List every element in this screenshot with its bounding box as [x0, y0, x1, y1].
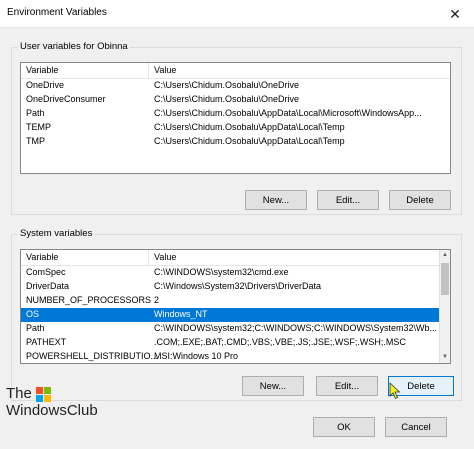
- row-variable: ComSpec: [26, 267, 66, 277]
- system-variables-label: System variables: [18, 228, 95, 239]
- table-row[interactable]: TEMP C:\Users\Chidum.Osobalu\AppData\Loc…: [21, 121, 450, 135]
- vertical-scrollbar[interactable]: ▲ ▼: [439, 250, 450, 363]
- cancel-button[interactable]: Cancel: [385, 417, 447, 437]
- row-variable: PATHEXT: [26, 337, 67, 347]
- row-value: C:\Users\Chidum.Osobalu\AppData\Local\Te…: [154, 136, 345, 146]
- row-value: Windows_NT: [154, 309, 208, 319]
- row-value: C:\Users\Chidum.Osobalu\AppData\Local\Mi…: [154, 108, 422, 118]
- row-value: 2: [154, 295, 160, 305]
- title-bar: Environment Variables ✕: [0, 0, 474, 28]
- row-value: C:\Users\Chidum.Osobalu\OneDrive: [154, 94, 300, 104]
- table-row[interactable]: TMP C:\Users\Chidum.Osobalu\AppData\Loca…: [21, 135, 450, 149]
- scroll-down-icon[interactable]: ▼: [440, 352, 450, 363]
- ok-button[interactable]: OK: [313, 417, 375, 437]
- table-row[interactable]: NUMBER_OF_PROCESSORS 2: [21, 294, 441, 308]
- watermark-line1: The: [6, 385, 32, 402]
- row-variable: POWERSHELL_DISTRIBUTIO...: [26, 351, 159, 361]
- system-variables-list[interactable]: Variable Value ComSpec C:\WINDOWS\system…: [20, 249, 451, 364]
- row-variable: TMP: [26, 136, 45, 146]
- user-new-button[interactable]: New...: [245, 190, 307, 210]
- user-variables-list[interactable]: Variable Value OneDrive C:\Users\Chidum.…: [20, 62, 451, 174]
- table-row[interactable]: ComSpec C:\WINDOWS\system32\cmd.exe: [21, 266, 441, 280]
- row-variable: NUMBER_OF_PROCESSORS: [26, 295, 152, 305]
- system-new-button[interactable]: New...: [242, 376, 304, 396]
- user-variables-label: User variables for Obinna: [18, 41, 130, 52]
- row-value: C:\Users\Chidum.Osobalu\AppData\Local\Te…: [154, 122, 345, 132]
- user-delete-button[interactable]: Delete: [389, 190, 451, 210]
- column-separator[interactable]: [148, 63, 149, 78]
- column-header-variable[interactable]: Variable: [26, 65, 58, 75]
- row-value: MSI:Windows 10 Pro: [154, 351, 239, 361]
- row-variable: Path: [26, 323, 45, 333]
- table-row[interactable]: OneDriveConsumer C:\Users\Chidum.Osobalu…: [21, 93, 450, 107]
- table-row[interactable]: DriverData C:\Windows\System32\Drivers\D…: [21, 280, 441, 294]
- row-variable: TEMP: [26, 122, 52, 132]
- table-row-selected[interactable]: OS Windows_NT: [21, 308, 441, 322]
- column-separator[interactable]: [148, 250, 149, 265]
- column-header-value[interactable]: Value: [154, 65, 176, 75]
- windows-logo-icon: [35, 386, 51, 402]
- close-button[interactable]: ✕: [436, 0, 474, 28]
- user-variables-group: User variables for Obinna Variable Value…: [11, 41, 462, 215]
- row-value: C:\Users\Chidum.Osobalu\OneDrive: [154, 80, 300, 90]
- table-row[interactable]: PATHEXT .COM;.EXE;.BAT;.CMD;.VBS;.VBE;.J…: [21, 336, 441, 350]
- row-value: .COM;.EXE;.BAT;.CMD;.VBS;.VBE;.JS;.JSE;.…: [154, 337, 406, 347]
- user-list-header: Variable Value: [21, 63, 450, 79]
- row-variable: OS: [26, 309, 40, 319]
- row-value: C:\WINDOWS\system32\cmd.exe: [154, 267, 289, 277]
- scrollbar-thumb[interactable]: [441, 263, 449, 295]
- row-variable: OneDriveConsumer: [26, 94, 106, 104]
- mouse-cursor-icon: [389, 382, 401, 400]
- table-row[interactable]: POWERSHELL_DISTRIBUTIO... MSI:Windows 10…: [21, 350, 441, 363]
- system-list-header: Variable Value: [21, 250, 450, 266]
- window-title: Environment Variables: [7, 7, 107, 18]
- user-edit-button[interactable]: Edit...: [317, 190, 379, 210]
- system-edit-button[interactable]: Edit...: [316, 376, 378, 396]
- row-variable: OneDrive: [26, 80, 65, 90]
- table-row[interactable]: OneDrive C:\Users\Chidum.Osobalu\OneDriv…: [21, 79, 450, 93]
- table-row[interactable]: Path C:\Users\Chidum.Osobalu\AppData\Loc…: [21, 107, 450, 121]
- system-variables-group: System variables Variable Value ComSpec …: [11, 228, 462, 401]
- scroll-up-icon[interactable]: ▲: [440, 250, 450, 261]
- column-header-variable[interactable]: Variable: [26, 252, 58, 262]
- close-icon: ✕: [449, 5, 461, 22]
- watermark-line2: WindowsClub: [6, 402, 98, 419]
- row-variable: DriverData: [26, 281, 70, 291]
- row-value: C:\Windows\System32\Drivers\DriverData: [154, 281, 322, 291]
- table-row[interactable]: Path C:\WINDOWS\system32;C:\WINDOWS;C:\W…: [21, 322, 441, 336]
- column-header-value[interactable]: Value: [154, 252, 176, 262]
- watermark-logo: The WindowsClub: [6, 385, 98, 420]
- row-variable: Path: [26, 108, 45, 118]
- row-value: C:\WINDOWS\system32;C:\WINDOWS;C:\WINDOW…: [154, 323, 438, 333]
